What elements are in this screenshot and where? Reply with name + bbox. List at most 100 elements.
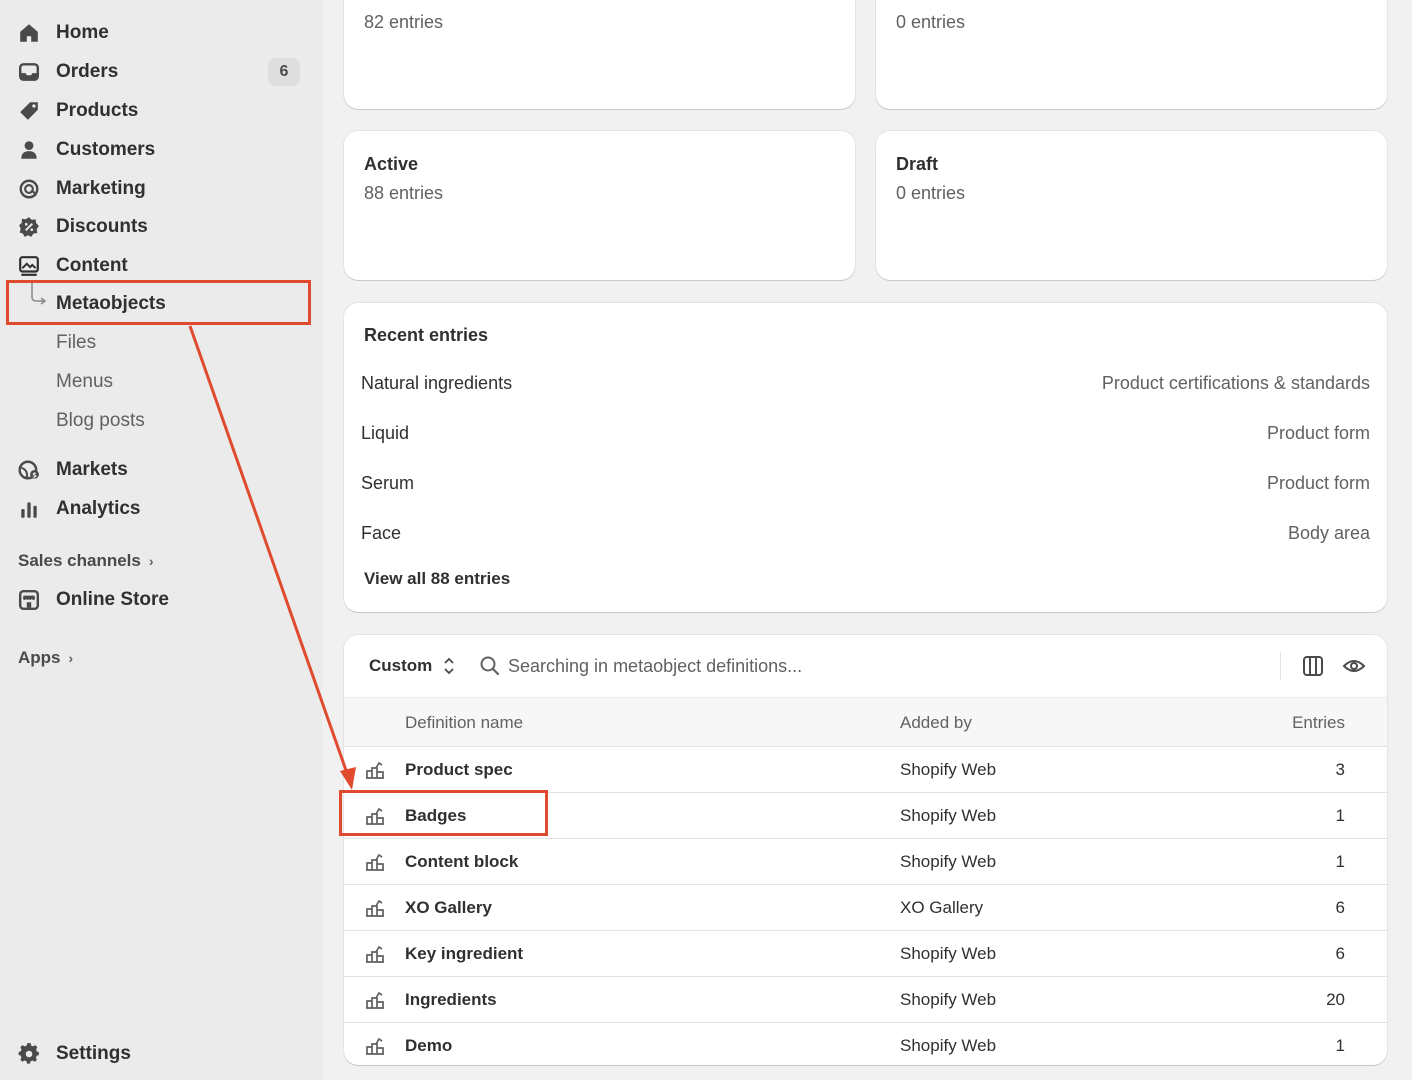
filter-select[interactable]: Custom [369, 653, 456, 679]
entry-name: Natural ingredients [361, 372, 513, 393]
target-icon [18, 178, 46, 200]
entries-count: 0 entries [896, 12, 966, 32]
definition-name: Demo [405, 1036, 453, 1055]
table-row[interactable]: Ingredients Shopify Web 20 [344, 977, 1387, 1023]
apps-label: Apps [18, 648, 61, 667]
recent-entry-row[interactable]: Serum Product form [361, 468, 1370, 498]
table-row[interactable]: Product spec Shopify Web 3 [344, 747, 1387, 793]
sidebar-item-marketing[interactable]: Marketing [18, 172, 304, 206]
sidebar-item-customers[interactable]: Customers [18, 133, 304, 167]
added-by: Shopify Web [900, 990, 997, 1009]
column-header-definition-name[interactable]: Definition name [405, 713, 523, 733]
sidebar-item-label: Content [56, 255, 128, 276]
columns-button[interactable] [1299, 652, 1327, 680]
entry-name: Serum [361, 472, 415, 493]
draft-card[interactable]: Draft 0 entries [876, 131, 1387, 280]
added-by: Shopify Web [900, 1036, 997, 1055]
metaobject-icon [366, 899, 384, 917]
select-arrows-icon [444, 657, 454, 675]
apps-heading[interactable]: Apps › [18, 643, 73, 673]
definition-name: XO Gallery [405, 898, 492, 917]
definition-name: Product spec [405, 760, 513, 779]
sidebar-item-markets[interactable]: $ Markets [18, 453, 304, 487]
entry-type: Body area [1287, 522, 1370, 543]
table-toolbar: Custom [344, 635, 1387, 697]
table-header: Definition name Added by Entries [344, 697, 1387, 747]
metaobject-icon [366, 991, 384, 1009]
sidebar-item-orders[interactable]: Orders 6 [18, 55, 304, 89]
view-all-entries-link[interactable]: View all 88 entries [364, 569, 510, 589]
sidebar-item-label: Analytics [56, 498, 141, 519]
search-input[interactable] [508, 652, 948, 680]
entries-count: 1 [1335, 1036, 1345, 1055]
card-title: Active [364, 154, 419, 174]
store-icon [18, 589, 46, 611]
added-by: Shopify Web [900, 944, 997, 963]
entries-card-top-right[interactable]: 0 entries [876, 0, 1387, 109]
entry-name: Liquid [361, 422, 410, 443]
home-icon [18, 22, 46, 44]
table-row[interactable]: Demo Shopify Web 1 [344, 1023, 1387, 1065]
active-card[interactable]: Active 88 entries [344, 131, 855, 280]
recent-entry-row[interactable]: Natural ingredients Product certificatio… [361, 368, 1370, 398]
table-row[interactable]: Key ingredient Shopify Web 6 [344, 931, 1387, 977]
entries-count: 3 [1335, 760, 1345, 779]
entry-name: Face [361, 522, 402, 543]
sidebar-item-analytics[interactable]: Analytics [18, 492, 304, 526]
view-button[interactable] [1340, 652, 1368, 680]
orders-count-badge: 6 [268, 58, 300, 86]
sidebar-item-products[interactable]: Products [18, 94, 304, 128]
sales-channels-label: Sales channels [18, 551, 141, 570]
metaobject-icon [366, 1037, 384, 1055]
metaobject-icon [366, 761, 384, 779]
sidebar-item-label: Orders [56, 61, 119, 82]
column-header-entries[interactable]: Entries [1292, 713, 1345, 733]
sales-channels-heading[interactable]: Sales channels › [18, 546, 154, 576]
annotation-highlight-badges [339, 790, 548, 836]
person-icon [18, 139, 46, 161]
sidebar-item-blog-posts[interactable]: Blog posts [56, 404, 145, 438]
sidebar-item-content[interactable]: Content [18, 249, 304, 283]
bar-chart-icon [18, 498, 46, 520]
entries-card-top-left[interactable]: 82 entries [344, 0, 855, 109]
globe-icon: $ [18, 459, 46, 481]
recent-entry-row[interactable]: Face Body area [361, 518, 1370, 548]
definition-name: Key ingredient [405, 944, 524, 963]
entries-count: 1 [1335, 806, 1345, 825]
annotation-highlight-metaobjects [6, 280, 311, 325]
discount-icon [18, 216, 46, 238]
sidebar: Home Orders 6 Products Customers Marketi… [0, 0, 322, 1080]
table-row[interactable]: XO Gallery XO Gallery 6 [344, 885, 1387, 931]
added-by: Shopify Web [900, 852, 997, 871]
sidebar-item-settings[interactable]: Settings [18, 1037, 304, 1071]
svg-text:$: $ [32, 472, 37, 480]
recent-entries-card: Recent entries Natural ingredients Produ… [344, 303, 1387, 612]
metaobject-icon [366, 853, 384, 871]
added-by: Shopify Web [900, 760, 997, 779]
inbox-icon [18, 61, 46, 83]
sidebar-item-files[interactable]: Files [56, 326, 96, 360]
sidebar-item-label: Settings [56, 1043, 131, 1064]
recent-entries-title: Recent entries [364, 325, 489, 345]
sidebar-item-menus[interactable]: Menus [56, 365, 113, 399]
sidebar-item-label: Products [56, 100, 139, 121]
sidebar-item-label: Online Store [56, 589, 169, 610]
recent-entry-row[interactable]: Liquid Product form [361, 418, 1370, 448]
entries-count: 1 [1335, 852, 1345, 871]
definitions-table-card: Custom Definition name Added by Entries … [344, 635, 1387, 1065]
sidebar-item-discounts[interactable]: Discounts [18, 210, 304, 244]
metaobject-icon [366, 945, 384, 963]
column-header-added-by[interactable]: Added by [900, 713, 972, 733]
tag-icon [18, 100, 46, 122]
entries-count: 6 [1335, 944, 1345, 963]
card-title: Draft [896, 154, 939, 174]
entry-type: Product form [1266, 472, 1370, 493]
sidebar-item-label: Customers [56, 139, 156, 160]
table-row[interactable]: Content block Shopify Web 1 [344, 839, 1387, 885]
sidebar-item-home[interactable]: Home [18, 16, 304, 50]
image-icon [18, 255, 46, 277]
gear-icon [18, 1043, 46, 1065]
definition-name: Content block [405, 852, 519, 871]
entries-count: 6 [1335, 898, 1345, 917]
sidebar-item-online-store[interactable]: Online Store [18, 583, 304, 617]
